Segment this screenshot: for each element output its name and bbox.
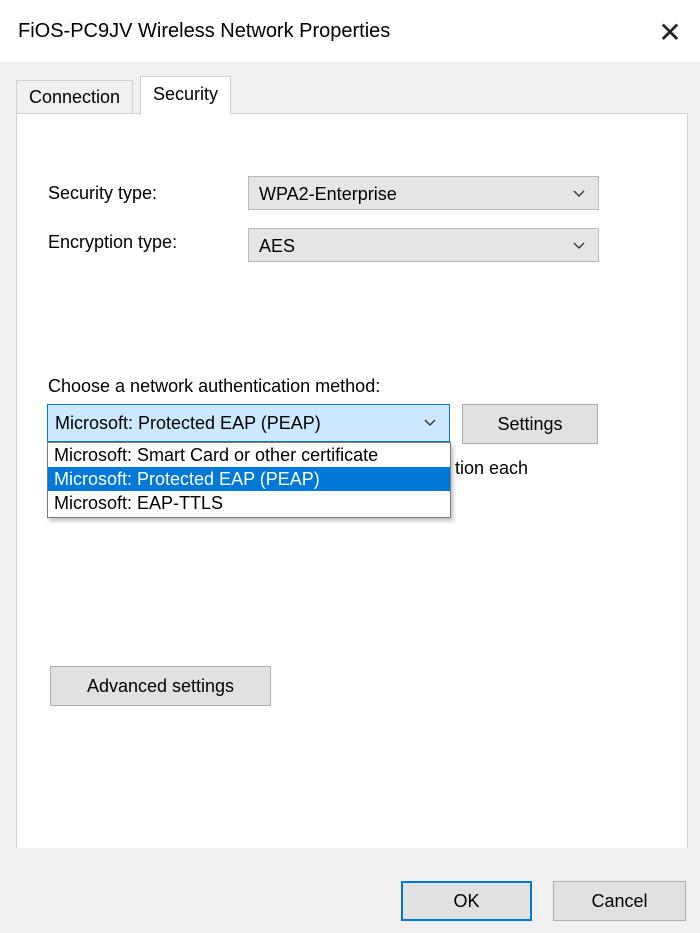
- auth-method-value: Microsoft: Protected EAP (PEAP): [55, 413, 321, 433]
- security-type-select[interactable]: WPA2-Enterprise: [248, 176, 599, 210]
- tab-security[interactable]: Security: [140, 76, 232, 115]
- auth-option-peap[interactable]: Microsoft: Protected EAP (PEAP): [48, 467, 450, 491]
- tab-connection[interactable]: Connection: [16, 80, 134, 114]
- chevron-down-icon: [570, 177, 588, 211]
- security-type-value: WPA2-Enterprise: [259, 184, 397, 204]
- chevron-down-icon: [421, 405, 439, 441]
- auth-method-label: Choose a network authentication method:: [48, 376, 381, 396]
- security-type-label: Security type:: [48, 183, 158, 203]
- dialog-footer: OK Cancel: [0, 848, 700, 933]
- cancel-button[interactable]: Cancel: [553, 881, 686, 921]
- obscured-checkbox-text: tion each: [455, 458, 529, 478]
- auth-method-select[interactable]: Microsoft: Protected EAP (PEAP): [47, 404, 450, 442]
- auth-option-eap-ttls[interactable]: Microsoft: EAP-TTLS: [48, 491, 450, 515]
- title-bar: FiOS-PC9JV Wireless Network Properties ✕: [0, 0, 700, 62]
- encryption-type-label: Encryption type:: [48, 232, 178, 252]
- close-icon: ✕: [658, 16, 682, 48]
- advanced-settings-button[interactable]: Advanced settings: [50, 666, 271, 706]
- encryption-type-value: AES: [259, 236, 296, 256]
- auth-option-smart-card[interactable]: Microsoft: Smart Card or other certifica…: [48, 443, 450, 467]
- tab-strip: Connection Security: [16, 76, 686, 115]
- settings-button[interactable]: Settings: [462, 404, 598, 444]
- encryption-type-select[interactable]: AES: [248, 228, 599, 262]
- window-title: FiOS-PC9JV Wireless Network Properties: [18, 20, 391, 42]
- close-button[interactable]: ✕: [648, 10, 692, 54]
- chevron-down-icon: [570, 229, 588, 263]
- ok-button[interactable]: OK: [401, 881, 532, 921]
- auth-method-dropdown: Microsoft: Smart Card or other certifica…: [47, 442, 451, 518]
